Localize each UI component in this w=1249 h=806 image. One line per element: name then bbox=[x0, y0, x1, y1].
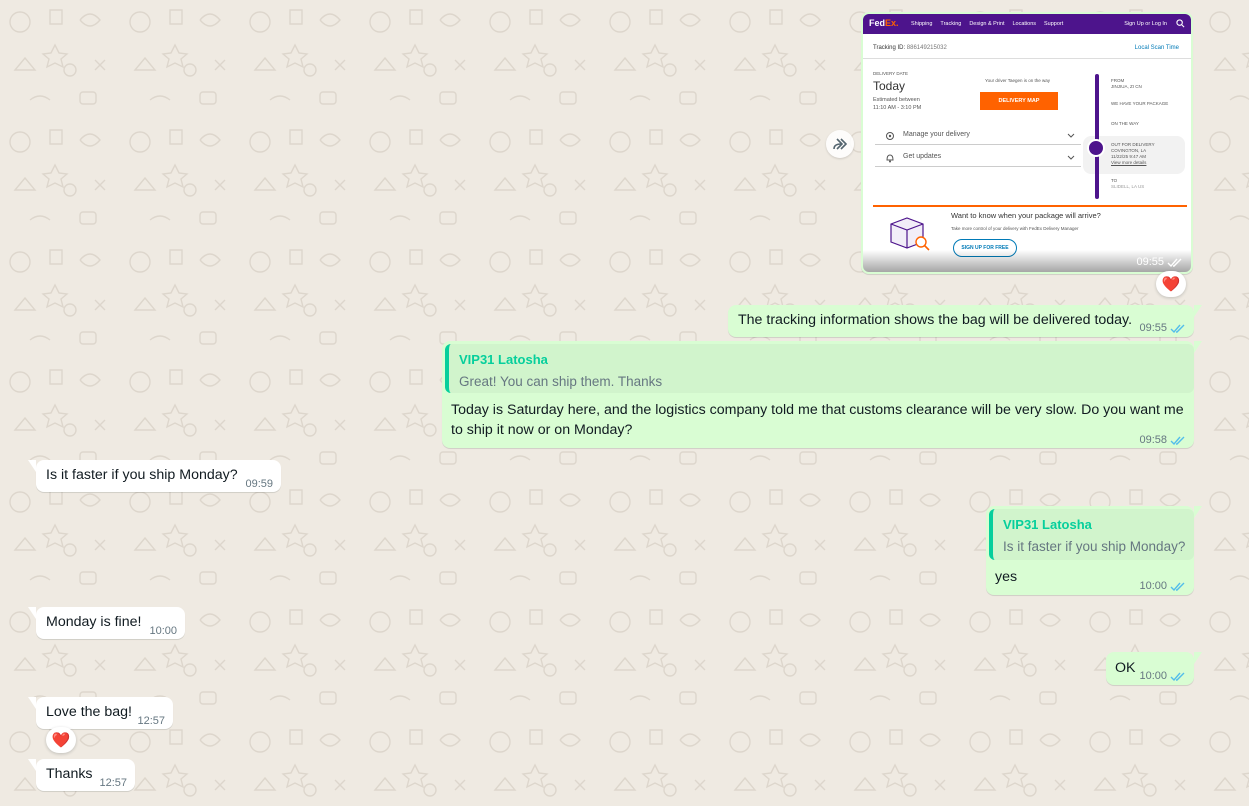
message-meta: 09:58 bbox=[1139, 431, 1186, 450]
message-text-line: to ship it now or on Monday? bbox=[451, 422, 633, 438]
image-meta: 09:55 bbox=[1136, 256, 1183, 268]
fedex-nav-items: Shipping Tracking Design & Print Locatio… bbox=[911, 21, 1063, 27]
message-bubble-incoming[interactable]: Is it faster if you ship Monday? 09:59 bbox=[28, 460, 281, 494]
gear-icon bbox=[886, 132, 894, 140]
nav-item: Support bbox=[1044, 21, 1064, 27]
message-time: 10:00 bbox=[1139, 580, 1167, 592]
divider bbox=[863, 58, 1191, 59]
tracking-id-row: Tracking ID: 886149215032 bbox=[873, 45, 947, 51]
message-meta: 09:55 bbox=[1139, 319, 1186, 338]
to-city: SLIDELL, LA US bbox=[1111, 184, 1145, 189]
double-check-icon bbox=[1170, 672, 1185, 682]
message-bubble-incoming[interactable]: Love the bag! 12:57 bbox=[28, 697, 173, 731]
driver-text: Your driver Taegen is on the way bbox=[985, 78, 1051, 83]
chevron-down-icon bbox=[1067, 133, 1075, 138]
quoted-message[interactable]: VIP31 Latosha Is it faster if you ship M… bbox=[989, 509, 1194, 560]
local-scan-time: Local Scan Time bbox=[1134, 45, 1179, 51]
to-label: TO bbox=[1111, 178, 1118, 183]
view-more-details: View more details bbox=[1111, 160, 1147, 165]
message-meta: 12:57 bbox=[99, 774, 127, 793]
delivery-day: Today bbox=[873, 79, 906, 93]
message-text: Thanks bbox=[46, 766, 93, 782]
orange-divider bbox=[873, 205, 1187, 207]
quote-author: VIP31 Latosha bbox=[459, 352, 548, 367]
nav-item: Tracking bbox=[940, 21, 962, 27]
fedex-nav-bar: FedEx. Shipping Tracking Design & Print … bbox=[863, 14, 1191, 34]
nav-item: Design & Print bbox=[969, 21, 1005, 27]
quote-text: Great! You can ship them. Thanks bbox=[459, 374, 663, 389]
message-text: yes bbox=[995, 569, 1018, 585]
package-icon bbox=[890, 217, 930, 251]
message-text: Monday is fine! bbox=[46, 614, 142, 630]
delivery-map-button: DELIVERY MAP bbox=[980, 92, 1058, 110]
message-text-line: Today is Saturday here, and the logistic… bbox=[451, 402, 1184, 418]
message-meta: 09:59 bbox=[245, 475, 273, 494]
reaction-heart[interactable]: ❤️ bbox=[46, 727, 76, 753]
message-meta: 10:00 bbox=[149, 622, 177, 641]
nav-item: Shipping bbox=[911, 21, 933, 27]
message-bubble-incoming[interactable]: Thanks 12:57 bbox=[28, 759, 135, 793]
manage-delivery-row: Manage your delivery bbox=[875, 126, 1081, 145]
message-time: 09:55 bbox=[1136, 256, 1164, 268]
fedex-logo: FedEx. bbox=[869, 18, 899, 28]
heart-icon: ❤️ bbox=[1161, 276, 1181, 293]
nav-item: Locations bbox=[1012, 21, 1037, 27]
sign-in-link: Sign Up or Log In bbox=[1124, 21, 1167, 27]
double-check-icon bbox=[1170, 436, 1185, 446]
estimated-window: 11:10 AM - 3:10 PM bbox=[873, 105, 922, 111]
quoted-message[interactable]: VIP31 Latosha Great! You can ship them. … bbox=[445, 344, 1194, 393]
double-check-icon bbox=[1170, 324, 1185, 334]
reaction-heart[interactable]: ❤️ bbox=[1156, 271, 1186, 297]
current-status-marker bbox=[1087, 139, 1105, 157]
from-label: FROM bbox=[1111, 78, 1125, 83]
progress-timeline bbox=[1095, 74, 1099, 199]
message-meta: 12:57 bbox=[137, 712, 165, 731]
message-meta: 10:00 bbox=[1139, 667, 1186, 686]
out-location: COVINGTON, LA bbox=[1111, 148, 1147, 153]
want-to-know-text: Want to know when your package will arri… bbox=[951, 211, 1101, 220]
message-text: The tracking information shows the bag w… bbox=[738, 312, 1133, 328]
message-bubble-outgoing[interactable]: The tracking information shows the bag w… bbox=[728, 305, 1202, 338]
message-text: Love the bag! bbox=[46, 704, 132, 720]
take-control-text: Take more control of your delivery with … bbox=[951, 226, 1079, 231]
out-for-delivery: OUT FOR DELIVERY bbox=[1111, 142, 1155, 147]
message-time: 12:57 bbox=[137, 715, 165, 727]
message-text: Is it faster if you ship Monday? bbox=[46, 467, 238, 483]
message-time: 09:58 bbox=[1139, 434, 1167, 446]
quote-author: VIP31 Latosha bbox=[1003, 517, 1092, 532]
double-check-icon bbox=[1170, 582, 1185, 592]
message-bubble-incoming[interactable]: Monday is fine! 10:00 bbox=[28, 607, 185, 641]
quote-text: Is it faster if you ship Monday? bbox=[1003, 539, 1186, 554]
heart-icon: ❤️ bbox=[51, 732, 71, 749]
message-time: 12:57 bbox=[99, 777, 127, 789]
message-bubble-outgoing[interactable]: OK 10:00 bbox=[1106, 652, 1202, 686]
search-icon bbox=[1176, 19, 1185, 28]
message-time: 10:00 bbox=[1139, 670, 1167, 682]
we-have-package: WE HAVE YOUR PACKAGE bbox=[1111, 101, 1169, 106]
message-time: 09:55 bbox=[1139, 322, 1167, 334]
image-message-tracking-screenshot[interactable]: FedEx. Shipping Tracking Design & Print … bbox=[861, 12, 1193, 274]
message-time: 10:00 bbox=[149, 625, 177, 637]
message-bubble-outgoing[interactable]: VIP31 Latosha Great! You can ship them. … bbox=[442, 341, 1202, 450]
bell-icon bbox=[886, 154, 894, 163]
from-city: JINJIUA, ZI CN bbox=[1111, 84, 1142, 89]
delivery-date-label: DELIVERY DATE bbox=[873, 71, 909, 76]
forward-button[interactable] bbox=[826, 130, 854, 158]
on-the-way: ON THE WAY bbox=[1111, 121, 1139, 126]
get-updates-row: Get updates bbox=[875, 148, 1081, 167]
message-bubble-outgoing[interactable]: VIP31 Latosha Is it faster if you ship M… bbox=[986, 506, 1202, 596]
message-meta: 10:00 bbox=[1139, 577, 1186, 596]
estimated-label: Estimated between bbox=[873, 97, 920, 103]
message-text: OK bbox=[1115, 660, 1136, 676]
message-time: 09:59 bbox=[245, 478, 273, 490]
chevron-down-icon bbox=[1067, 155, 1075, 160]
out-time: 11/22/25 9:47 AM bbox=[1111, 154, 1146, 159]
forward-icon bbox=[833, 138, 848, 150]
double-check-icon bbox=[1167, 258, 1182, 267]
